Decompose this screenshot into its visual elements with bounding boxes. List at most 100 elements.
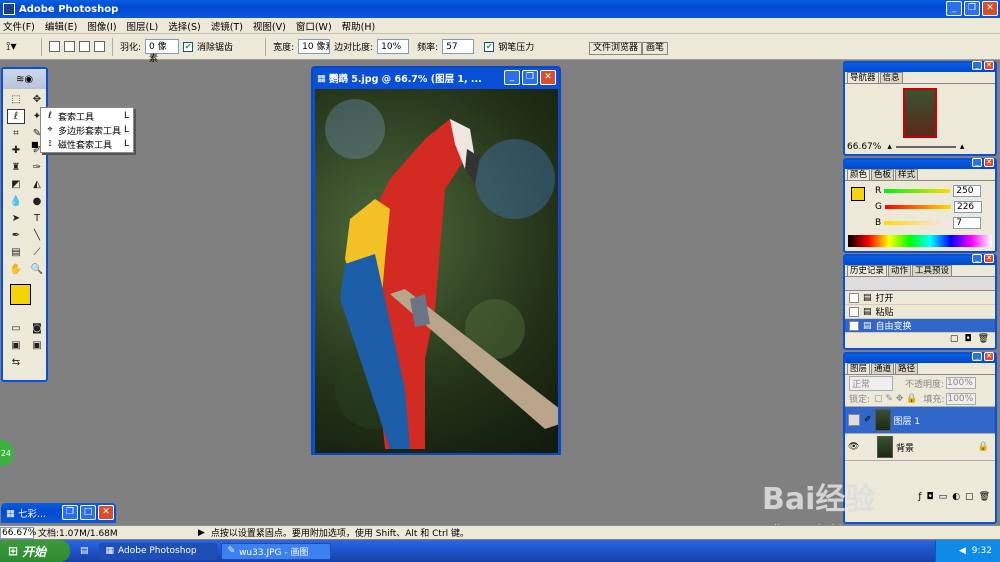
minimized-document-window[interactable]: ▦ 七彩... ❐ □ ✕ xyxy=(1,503,116,523)
visibility-box[interactable] xyxy=(848,414,860,426)
r-input[interactable]: 250 xyxy=(953,185,982,197)
trash-icon[interactable]: 🗑 xyxy=(978,334,989,344)
tab-swatches[interactable]: 色板 xyxy=(871,169,895,180)
menu-select[interactable]: 选择(S) xyxy=(168,19,200,33)
r-slider[interactable] xyxy=(884,189,951,193)
eraser-tool-icon[interactable]: ◩ xyxy=(7,177,25,192)
close-button[interactable]: ✕ xyxy=(982,1,998,16)
quicklaunch-icon[interactable]: ▤ xyxy=(80,546,89,556)
restore-button[interactable]: ❐ xyxy=(62,505,78,520)
image-canvas[interactable] xyxy=(315,89,558,453)
dodge-tool-icon[interactable]: ● xyxy=(28,194,46,209)
tab-layers[interactable]: 图层 xyxy=(847,363,871,374)
lock-icons[interactable]: ▢ ✎ ✥ 🔒 xyxy=(874,394,917,404)
photoshop-eye-icon[interactable]: ≋◉ xyxy=(3,69,46,89)
intersect-selection-icon[interactable] xyxy=(94,41,105,52)
b-slider[interactable] xyxy=(884,221,951,225)
color-spectrum-bar[interactable] xyxy=(848,235,992,247)
layer-row-layer1[interactable]: ✐ 图层 1 xyxy=(845,407,995,434)
tab-file-browser[interactable]: 文件浏览器 xyxy=(588,42,642,55)
eyedropper-icon[interactable]: ⟋ xyxy=(28,245,46,260)
tab-info[interactable]: 信息 xyxy=(879,72,903,83)
blend-mode-select[interactable]: 正常 xyxy=(849,375,893,391)
tab-tool-presets[interactable]: 工具预设 xyxy=(912,265,953,276)
close-button[interactable]: ✕ xyxy=(98,505,114,520)
start-button[interactable]: ⊞ 开始 xyxy=(0,540,70,562)
move-tool-icon[interactable]: ✥ xyxy=(28,92,46,107)
menu-edit[interactable]: 编辑(E) xyxy=(45,19,77,33)
edge-contrast-input[interactable]: 10% xyxy=(377,39,410,54)
panel-minimize-button[interactable]: _ xyxy=(972,158,982,167)
zoom-tool-icon[interactable]: 🔍 xyxy=(28,262,46,277)
hand-tool-icon[interactable]: ✋ xyxy=(7,262,25,277)
panel-minimize-button[interactable]: _ xyxy=(972,61,982,70)
tab-channels[interactable]: 通道 xyxy=(871,363,895,374)
status-arrow-icon[interactable]: ▶ xyxy=(198,528,205,538)
navigator-zoom[interactable]: 66.67% xyxy=(847,142,881,152)
g-slider[interactable] xyxy=(884,205,951,209)
layer-mask-icon[interactable]: ◘ xyxy=(927,492,934,502)
panel-close-button[interactable]: ✕ xyxy=(984,254,994,263)
navigator-thumbnail[interactable] xyxy=(903,88,937,138)
fill-input[interactable]: 100% xyxy=(946,392,977,405)
pen-pressure-checkbox[interactable]: ✔ xyxy=(484,41,495,52)
history-item-paste[interactable]: ▤ 粘贴 xyxy=(845,305,995,319)
doc-minimize-button[interactable]: _ xyxy=(504,70,520,85)
panel-close-button[interactable]: ✕ xyxy=(984,61,994,70)
type-tool-icon[interactable]: T xyxy=(28,211,46,226)
tab-brushes[interactable]: 画笔 xyxy=(641,42,668,55)
status-zoom[interactable]: 66.67% xyxy=(0,526,36,539)
marquee-tool-icon[interactable]: ⬚ xyxy=(7,92,25,107)
history-item-free-transform[interactable]: ▤ 自由变换 xyxy=(845,319,995,333)
adjustment-layer-icon[interactable]: ◐ xyxy=(952,492,960,502)
taskbar-item-paint[interactable]: ✎ wu33.JPG - 画图 xyxy=(220,542,331,560)
new-document-icon[interactable]: ▢ xyxy=(950,334,959,344)
new-layer-icon[interactable]: ▢ xyxy=(965,492,974,502)
history-brush-icon[interactable]: ✑ xyxy=(28,160,46,175)
tab-styles[interactable]: 样式 xyxy=(895,169,919,180)
quick-mask-icon[interactable]: ◙ xyxy=(28,321,46,336)
feather-input[interactable]: 0 像素 xyxy=(145,39,180,64)
maximize-button[interactable]: ❐ xyxy=(964,1,980,16)
layer-row-background[interactable]: 👁 背景 🔒 xyxy=(845,434,995,461)
tab-color[interactable]: 颜色 xyxy=(847,169,871,180)
clone-stamp-icon[interactable]: ♜ xyxy=(7,160,25,175)
new-selection-icon[interactable] xyxy=(49,41,60,52)
history-snapshot[interactable] xyxy=(845,277,995,291)
flyout-lasso[interactable]: ℓ 套索工具 L xyxy=(41,109,133,123)
tab-navigator[interactable]: 导航器 xyxy=(847,72,879,83)
color-panel-fg-swatch[interactable] xyxy=(851,187,865,201)
blur-tool-icon[interactable]: 💧 xyxy=(7,194,25,209)
lasso-tool-preset-icon[interactable]: ⟟▾ xyxy=(6,39,34,54)
healing-brush-icon[interactable]: ✚ xyxy=(7,143,25,158)
zoom-in-icon[interactable]: ▴ xyxy=(960,142,965,152)
jump-to-imageready-icon[interactable]: ⇆ xyxy=(7,355,25,370)
panel-close-button[interactable]: ✕ xyxy=(984,352,994,361)
screen-mode-standard-icon[interactable]: ▣ xyxy=(7,338,25,353)
flyout-polygonal-lasso[interactable]: ⌖ 多边形套索工具 L xyxy=(41,123,133,137)
antialias-checkbox[interactable]: ✔ xyxy=(183,41,194,52)
menu-filter[interactable]: 滤镜(T) xyxy=(211,19,243,33)
path-selection-icon[interactable]: ➤ xyxy=(7,211,25,226)
menu-help[interactable]: 帮助(H) xyxy=(342,19,376,33)
layer-style-icon[interactable]: ƒ xyxy=(918,492,921,502)
panel-close-button[interactable]: ✕ xyxy=(984,158,994,167)
g-input[interactable]: 226 xyxy=(953,201,982,213)
standard-mode-icon[interactable]: ▭ xyxy=(7,321,25,336)
lasso-tool-icon[interactable]: ℓ xyxy=(7,109,25,124)
delete-layer-icon[interactable]: 🗑 xyxy=(979,492,990,502)
b-input[interactable]: 7 xyxy=(953,217,982,229)
add-selection-icon[interactable] xyxy=(64,41,75,52)
history-item-open[interactable]: ▤ 打开 xyxy=(845,291,995,305)
maximize-button[interactable]: □ xyxy=(80,505,96,520)
menu-file[interactable]: 文件(F) xyxy=(3,19,35,33)
eye-icon[interactable]: 👁 xyxy=(848,442,860,452)
tab-paths[interactable]: 路径 xyxy=(895,363,919,374)
panel-minimize-button[interactable]: _ xyxy=(972,352,982,361)
line-tool-icon[interactable]: ╲ xyxy=(28,228,46,243)
doc-maximize-button[interactable]: ❐ xyxy=(522,70,538,85)
frequency-input[interactable]: 57 xyxy=(442,39,475,54)
tab-actions[interactable]: 动作 xyxy=(888,265,912,276)
taskbar-item-photoshop[interactable]: ▦ Adobe Photoshop xyxy=(98,542,217,560)
screen-mode-full-icon[interactable]: ▣ xyxy=(28,338,46,353)
